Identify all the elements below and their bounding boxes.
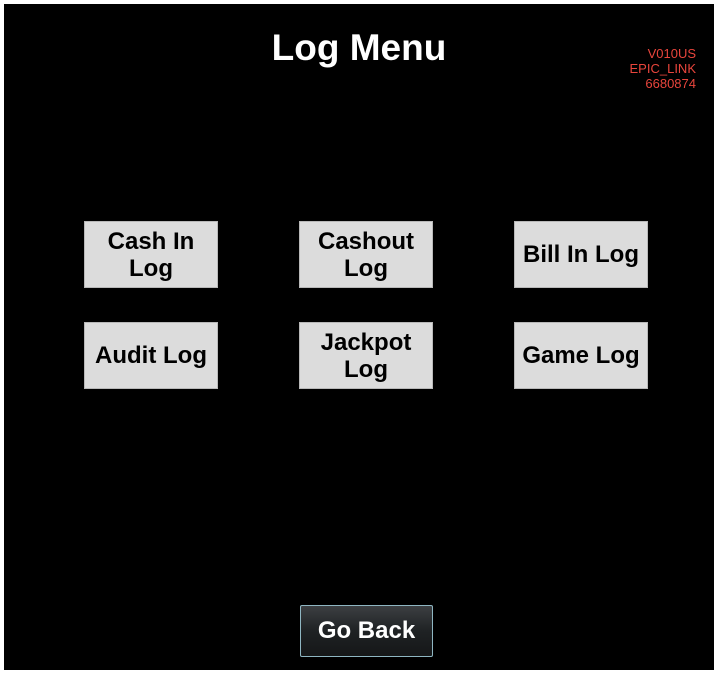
cash-in-log-button[interactable]: Cash In Log bbox=[84, 221, 218, 288]
version-code: V010US bbox=[647, 46, 696, 61]
page-title: Log Menu bbox=[271, 27, 447, 68]
log-menu-screen: Log Menu V010US EPIC_LINK 6680874 Cash I… bbox=[4, 4, 714, 670]
cashout-log-label: Cashout Log bbox=[318, 227, 414, 282]
audit-log-button[interactable]: Audit Log bbox=[84, 322, 218, 389]
bill-in-log-button[interactable]: Bill In Log bbox=[514, 221, 648, 288]
bill-in-log-label: Bill In Log bbox=[523, 241, 639, 268]
jackpot-log-label: Jackpot Log bbox=[320, 328, 412, 383]
build-number: 6680874 bbox=[645, 76, 696, 91]
go-back-button[interactable]: Go Back bbox=[300, 605, 433, 657]
game-log-label: Game Log bbox=[522, 342, 640, 369]
link-name: EPIC_LINK bbox=[629, 61, 696, 76]
cash-in-log-label: Cash In Log bbox=[107, 227, 195, 282]
version-info: V010US EPIC_LINK 6680874 bbox=[630, 46, 696, 91]
cashout-log-button[interactable]: Cashout Log bbox=[299, 221, 433, 288]
jackpot-log-button[interactable]: Jackpot Log bbox=[299, 322, 433, 389]
game-log-button[interactable]: Game Log bbox=[514, 322, 648, 389]
audit-log-label: Audit Log bbox=[95, 342, 207, 369]
